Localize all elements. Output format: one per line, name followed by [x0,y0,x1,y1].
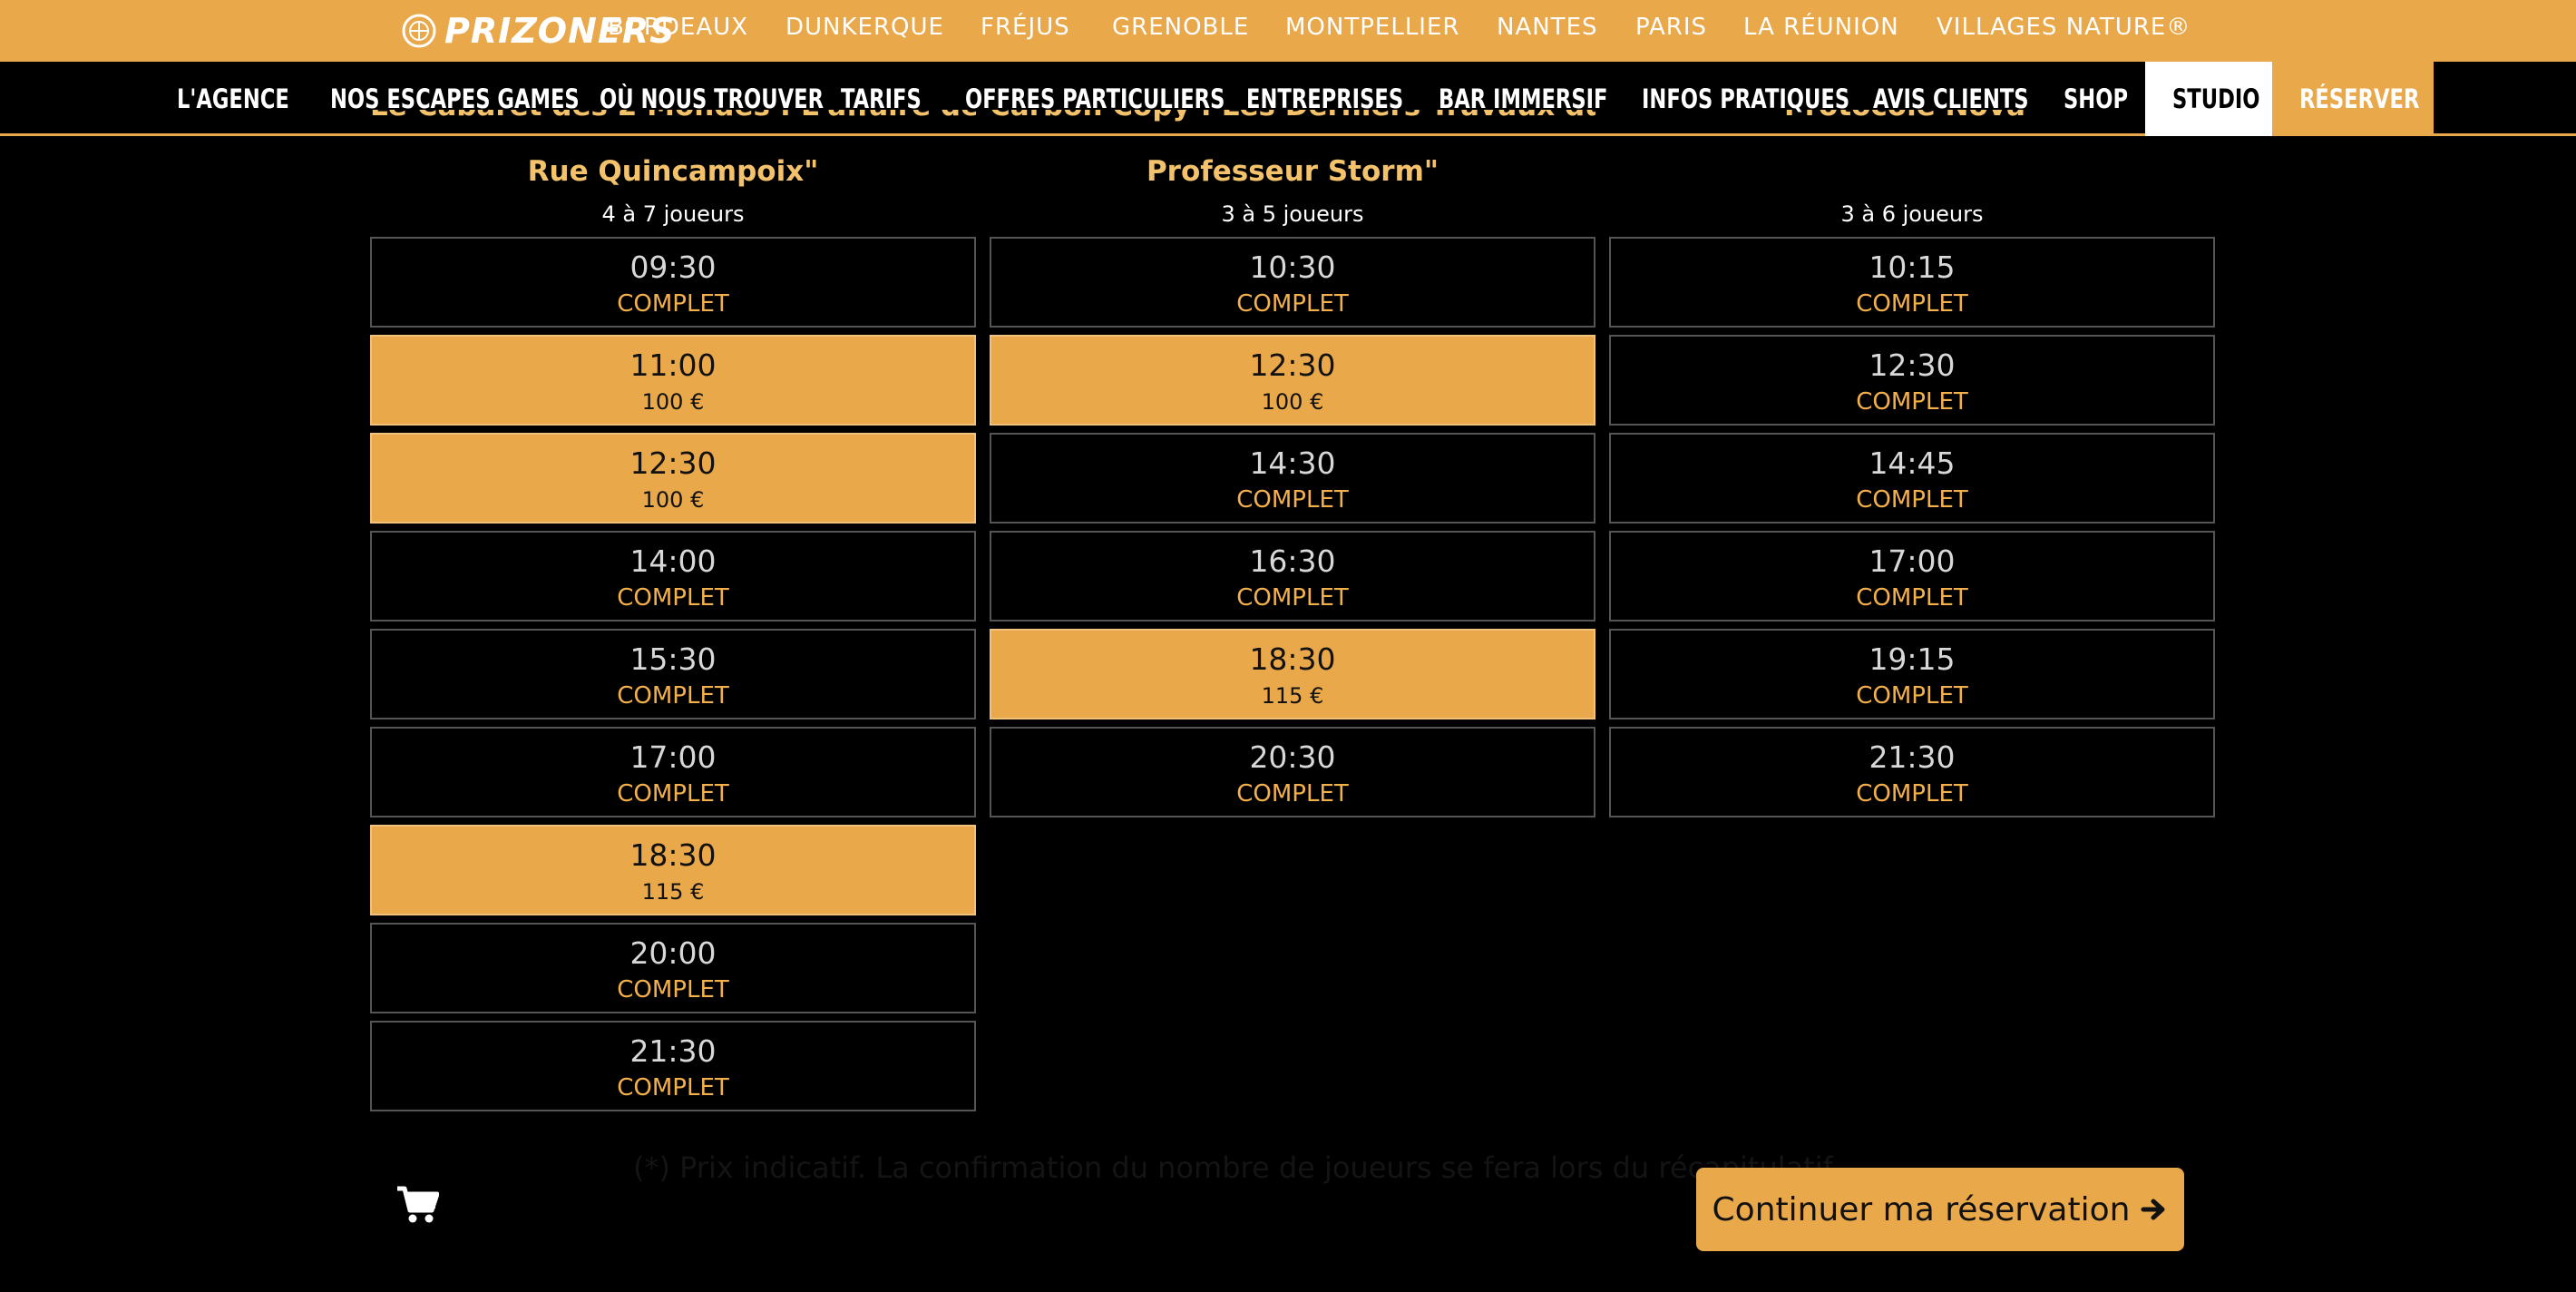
time-slot: 12:30 COMPLET [1609,335,2215,426]
slot-status: COMPLET [617,584,729,612]
slot-time: 12:30 [1249,347,1336,383]
game-2-title-line1-clip: Carbon Copy : Les Derniers Travaux du [990,110,1595,142]
slot-time: 20:30 [1249,739,1336,775]
slot-price: 115 € [641,879,705,905]
time-slot: 16:30 COMPLET [990,531,1595,622]
city-link-paris[interactable]: PARIS [1635,13,1707,42]
slot-time: 12:30 [629,445,717,481]
slot-status: COMPLET [1236,486,1349,514]
city-bar: PRIZONERS BORDEAUX DUNKERQUE FRÉJUS GREN… [0,0,2576,62]
slot-time: 10:15 [1869,250,1956,285]
slot-time: 11:00 [629,347,717,383]
prizoners-logo-icon [402,14,436,48]
time-slot[interactable]: 12:30 100 € [370,433,976,524]
time-slot: 17:00 COMPLET [1609,531,2215,622]
city-link-la-reunion[interactable]: LA RÉUNION [1743,13,1899,42]
time-slot: 15:30 COMPLET [370,629,976,719]
slot-status: COMPLET [617,290,729,318]
continue-reservation-button[interactable]: Continuer ma réservation [1696,1168,2184,1251]
slot-status: COMPLET [1856,780,1968,808]
time-slot: 20:30 COMPLET [990,727,1595,817]
slot-status: COMPLET [1856,584,1968,612]
slot-time: 18:30 [1249,641,1336,677]
city-link-montpellier[interactable]: MONTPELLIER [1285,13,1459,42]
slot-time: 21:30 [1869,739,1956,775]
slot-price: 115 € [1261,683,1324,709]
slot-status: COMPLET [1856,388,1968,416]
slot-status: COMPLET [617,780,729,808]
slot-time: 17:00 [629,739,717,775]
game-1-title-line2: Rue Quincampoix" [527,155,819,188]
nav-item-reserver[interactable]: RÉSERVER [2299,62,2419,136]
slot-time: 20:00 [629,935,717,971]
slot-status: COMPLET [1856,486,1968,514]
time-slot: 21:30 COMPLET [370,1021,976,1111]
slot-time: 12:30 [1869,347,1956,383]
city-link-nantes[interactable]: NANTES [1497,13,1598,42]
slot-price: 100 € [641,389,705,415]
time-slot: 10:30 COMPLET [990,237,1595,328]
time-slot: 14:30 COMPLET [990,433,1595,524]
price-notice: (*) Prix indicatif. La confirmation du n… [633,1150,1833,1185]
game-3-title-line1: Protocole Nova" [1609,110,2215,126]
arrow-right-icon [2141,1199,2165,1220]
time-slot: 21:30 COMPLET [1609,727,2215,817]
game-3-title-line1-clip: Protocole Nova" [1609,110,2215,142]
slot-time: 17:00 [1869,543,1956,579]
game-1-title-line1-clip: Le Cabaret des 2 Mondes : L'affaire de l… [370,110,976,142]
game-2-title-line1: Carbon Copy : Les Derniers Travaux du [990,110,1595,126]
time-slot: 20:00 COMPLET [370,923,976,1013]
city-link-frejus[interactable]: FRÉJUS [981,13,1070,42]
slot-status: COMPLET [1236,584,1349,612]
slot-time: 14:00 [629,543,717,579]
time-slot: 14:45 COMPLET [1609,433,2215,524]
slot-time: 18:30 [629,837,717,873]
city-link-bordeaux[interactable]: BORDEAUX [608,13,748,42]
slot-price: 100 € [641,487,705,513]
game-3-players: 3 à 6 joueurs [1840,201,1984,227]
slot-time: 14:30 [1249,445,1336,481]
time-slot[interactable]: 12:30 100 € [990,335,1595,426]
city-link-grenoble[interactable]: GRENOBLE [1112,13,1249,42]
slot-status: COMPLET [1856,290,1968,318]
time-slot[interactable]: 18:30 115 € [990,629,1595,719]
time-slot: 09:30 COMPLET [370,237,976,328]
game-1-players: 4 à 7 joueurs [601,201,745,227]
time-slot: 10:15 COMPLET [1609,237,2215,328]
slot-status: COMPLET [617,976,729,1003]
nav-item-agence[interactable]: L'AGENCE [177,62,289,136]
slot-price: 100 € [1261,389,1324,415]
game-2-title-line2: Professeur Storm" [1146,155,1439,188]
time-slot[interactable]: 11:00 100 € [370,335,976,426]
time-slot: 17:00 COMPLET [370,727,976,817]
cart-icon[interactable] [395,1185,440,1225]
time-slot[interactable]: 18:30 115 € [370,825,976,915]
game-2-players: 3 à 5 joueurs [1221,201,1364,227]
slot-time: 16:30 [1249,543,1336,579]
game-1-title-line1: Le Cabaret des 2 Mondes : L'affaire de l… [370,110,976,126]
time-slot: 19:15 COMPLET [1609,629,2215,719]
slot-time: 10:30 [1249,250,1336,285]
time-slot: 14:00 COMPLET [370,531,976,622]
slot-time: 09:30 [629,250,717,285]
slot-status: COMPLET [617,682,729,710]
city-link-dunkerque[interactable]: DUNKERQUE [785,13,944,42]
slot-status: COMPLET [617,1074,729,1101]
slot-time: 21:30 [629,1033,717,1069]
slot-time: 14:45 [1869,445,1956,481]
slot-status: COMPLET [1856,682,1968,710]
slot-time: 15:30 [629,641,717,677]
city-link-villages-nature[interactable]: VILLAGES NATURE® [1937,13,2191,42]
slot-status: COMPLET [1236,290,1349,318]
slot-time: 19:15 [1869,641,1956,677]
slot-status: COMPLET [1236,780,1349,808]
continue-reservation-label: Continuer ma réservation [1712,1190,2131,1228]
